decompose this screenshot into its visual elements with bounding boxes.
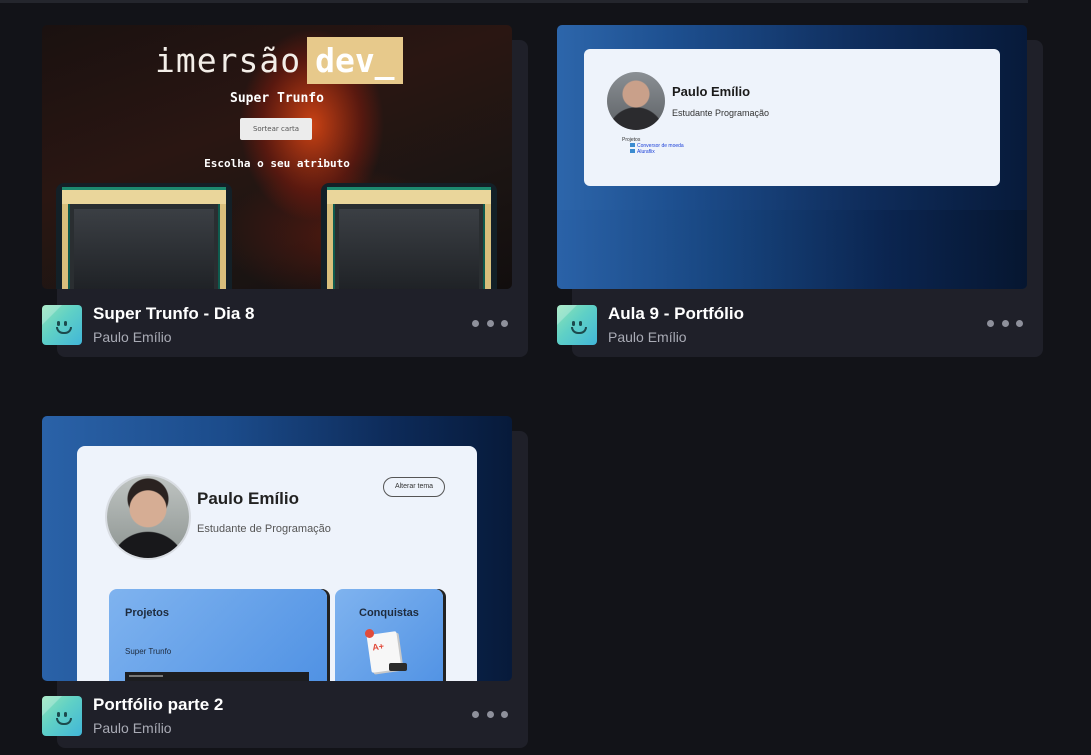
author-avatar[interactable]	[42, 305, 82, 345]
project-card-super-trunfo[interactable]: imersão dev_ Super Trunfo Sortear carta …	[42, 25, 528, 357]
profile-role: Estudante de Programação	[197, 523, 331, 535]
more-options-icon[interactable]	[472, 313, 508, 333]
game-card-left	[56, 183, 232, 289]
project-card-aula-9[interactable]: Paulo Emílio Estudante Programação Proje…	[557, 25, 1043, 357]
project-author[interactable]: Paulo Emílio	[93, 720, 172, 736]
project-title[interactable]: Super Trunfo - Dia 8	[93, 304, 255, 324]
profile-photo	[607, 72, 665, 130]
imersao-dev-logo: imersão dev_	[155, 37, 403, 84]
project-thumbnail[interactable]: Paulo Emílio Estudante Programação Proje…	[557, 25, 1027, 289]
project-title[interactable]: Aula 9 - Portfólio	[608, 304, 744, 324]
project-title[interactable]: Portfólio parte 2	[93, 695, 223, 715]
alura-smile-icon	[557, 305, 597, 345]
project-thumbnail[interactable]: Paulo Emílio Estudante de Programação Al…	[42, 416, 512, 681]
graduation-cap-icon	[389, 663, 407, 671]
project-card-portfolio-2[interactable]: Paulo Emílio Estudante de Programação Al…	[42, 416, 528, 748]
profile-name: Paulo Emílio	[672, 84, 751, 99]
projects-heading: Projetos	[125, 607, 170, 619]
project-links: Conversor de moeda Aluraflix	[630, 143, 684, 155]
project-item: Super Trunfo	[125, 647, 172, 656]
top-divider	[0, 0, 1028, 3]
project-thumbnail[interactable]: imersão dev_ Super Trunfo Sortear carta …	[42, 25, 512, 289]
achievements-box: Conquistas A+	[335, 589, 443, 681]
preview-heading: Super Trunfo	[230, 91, 324, 106]
link-aluraflix: Aluraflix	[637, 149, 655, 155]
brand-tag: dev_	[307, 37, 403, 84]
draw-card-button: Sortear carta	[240, 118, 312, 140]
more-options-icon[interactable]	[472, 704, 508, 724]
change-theme-button: Alterar tema	[383, 477, 445, 497]
project-author[interactable]: Paulo Emílio	[93, 329, 172, 345]
more-options-icon[interactable]	[987, 313, 1023, 333]
game-card-right	[321, 183, 497, 289]
author-avatar[interactable]	[42, 696, 82, 736]
project-preview-bar	[125, 672, 309, 681]
alura-smile-icon	[42, 305, 82, 345]
project-author[interactable]: Paulo Emílio	[608, 329, 687, 345]
preview-prompt: Escolha o seu atributo	[204, 157, 350, 170]
profile-panel: Paulo Emílio Estudante Programação Proje…	[584, 49, 1000, 186]
alura-smile-icon	[42, 696, 82, 736]
profile-name: Paulo Emílio	[197, 489, 300, 508]
achievements-heading: Conquistas	[359, 607, 419, 619]
projects-box: Projetos Super Trunfo	[109, 589, 327, 681]
profile-photo	[107, 476, 189, 558]
profile-panel: Paulo Emílio Estudante de Programação Al…	[77, 446, 477, 681]
brand-word: imersão	[155, 41, 302, 80]
profile-role: Estudante Programação	[672, 108, 770, 118]
ribbon-icon	[365, 629, 374, 638]
author-avatar[interactable]	[557, 305, 597, 345]
